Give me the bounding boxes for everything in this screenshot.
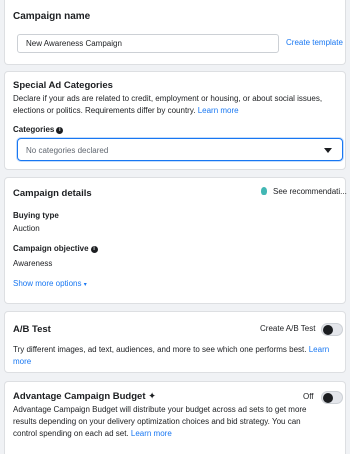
ab-test-section: A/B Test Create A/B Test Try different i…	[4, 311, 346, 373]
see-recommendations-link[interactable]: See recommendati...	[261, 187, 347, 196]
buying-type-value: Auction	[13, 224, 40, 233]
categories-label-text: Categories	[13, 125, 55, 134]
create-ab-test-toggle[interactable]	[321, 323, 343, 336]
chevron-down-icon: ▾	[83, 282, 87, 288]
ab-test-title: A/B Test	[13, 324, 51, 335]
advantage-campaign-budget-title-text: Advantage Campaign Budget	[13, 391, 146, 402]
advantage-budget-toggle[interactable]	[321, 391, 343, 404]
campaign-name-input[interactable]: New Awareness Campaign	[17, 34, 279, 53]
campaign-details-section: Campaign details See recommendati... Buy…	[4, 177, 347, 304]
show-more-options-label: Show more options	[13, 279, 82, 288]
special-ad-categories-section: Special Ad Categories Declare if your ad…	[4, 71, 346, 170]
advantage-campaign-budget-title: Advantage Campaign Budget ✦	[13, 391, 156, 402]
info-icon[interactable]: i	[90, 246, 98, 253]
sparkle-icon: ✦	[148, 391, 157, 402]
campaign-objective-label-text: Campaign objective	[13, 244, 89, 253]
ab-test-description-text: Try different images, ad text, audiences…	[13, 345, 307, 354]
show-more-options-link[interactable]: Show more options ▾	[13, 278, 87, 291]
create-ab-test-label: Create A/B Test	[260, 324, 316, 333]
info-icon[interactable]: i	[56, 127, 64, 134]
campaign-objective-label: Campaign objective i	[13, 244, 98, 253]
campaign-objective-value: Awareness	[13, 259, 53, 268]
advantage-budget-description: Advantage Campaign Budget will distribut…	[13, 404, 313, 440]
lightbulb-icon	[261, 187, 267, 195]
campaign-name-title: Campaign name	[13, 11, 91, 22]
see-recommendations-label: See recommendati...	[273, 187, 347, 196]
budget-toggle-label: Off	[303, 392, 314, 401]
ab-test-description: Try different images, ad text, audiences…	[13, 344, 343, 368]
buying-type-label: Buying type	[13, 211, 59, 220]
special-ad-description-text: Declare if your ads are related to credi…	[13, 94, 323, 115]
advantage-campaign-budget-section: Advantage Campaign Budget ✦ Off Advantag…	[4, 381, 346, 454]
special-ad-categories-title: Special Ad Categories	[13, 80, 113, 91]
toggle-knob	[323, 393, 333, 403]
special-ad-categories-description: Declare if your ads are related to credi…	[13, 93, 341, 117]
categories-dropdown[interactable]: No categories declared	[17, 138, 343, 161]
toggle-knob	[323, 325, 333, 335]
caret-down-icon	[324, 148, 332, 153]
create-template-link[interactable]: Create template	[286, 38, 343, 47]
campaign-details-title: Campaign details	[13, 188, 92, 199]
categories-label: Categories i	[13, 125, 64, 134]
categories-dropdown-value: No categories declared	[26, 146, 109, 155]
advantage-budget-learn-more-link[interactable]: Learn more	[131, 429, 172, 438]
special-ad-learn-more-link[interactable]: Learn more	[198, 106, 239, 115]
campaign-name-section: Campaign name New Awareness Campaign Cre…	[4, 0, 346, 65]
